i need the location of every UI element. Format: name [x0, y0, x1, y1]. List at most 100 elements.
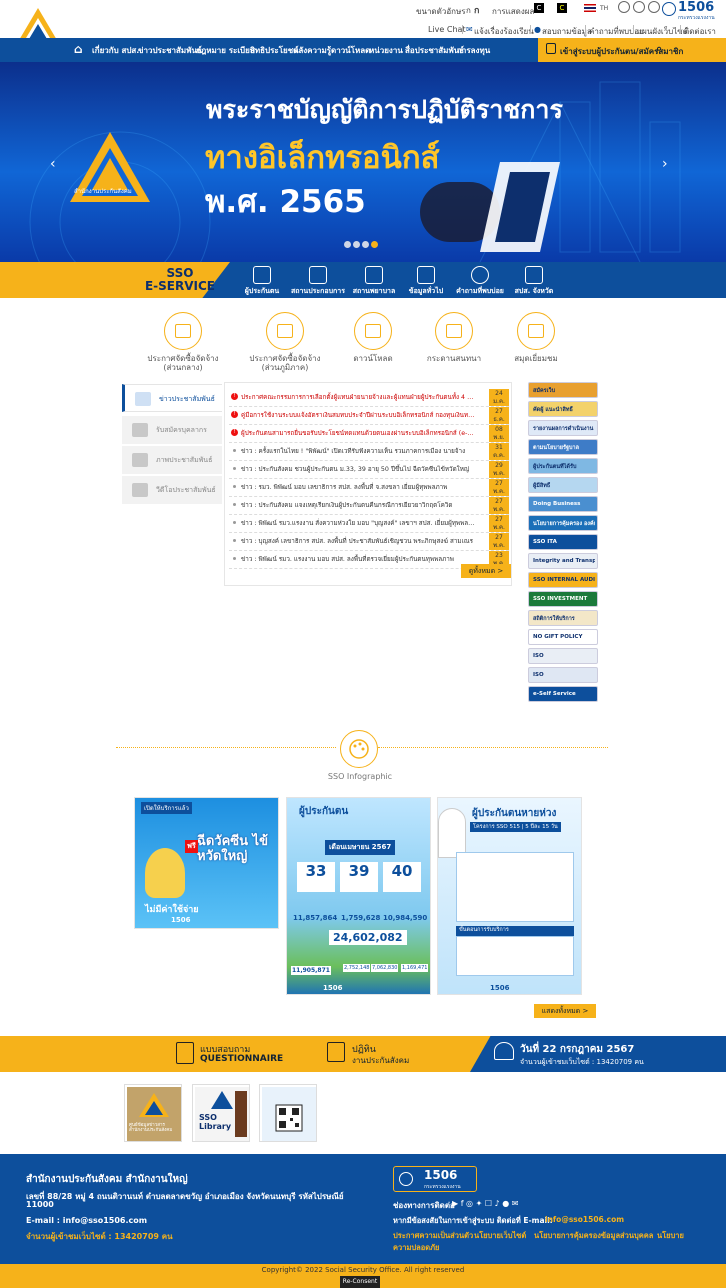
policy-website[interactable]: นโยบายเว็บไซต์: [474, 1230, 526, 1242]
tab-recruit[interactable]: รับสมัครบุคลากร: [122, 416, 222, 444]
carousel-dot[interactable]: [353, 241, 360, 248]
service-info[interactable]: ข้อมูลทั่วไป: [396, 266, 456, 297]
complaint-link[interactable]: แจ้งเรื่องร้องเรียน: [474, 25, 534, 38]
side-banner[interactable]: Integrity and Transparency: [528, 553, 598, 569]
download-icon: [354, 312, 392, 350]
nav-item-media[interactable]: สื่อประชาสัมพันธ์: [405, 44, 464, 57]
infographic-card-insured[interactable]: ผู้ประกันตน เดือนเมษายน 2567 33 39 40 11…: [286, 797, 431, 995]
live-chat-link[interactable]: Live Chat: [428, 25, 466, 34]
login-button[interactable]: เข้าสู่ระบบผู้ประกันตน/สมัครสมาชิก ⌕: [538, 38, 726, 62]
quick-label: ดาวน์โหลด: [353, 354, 393, 363]
side-banner[interactable]: SSO INVESTMENT: [528, 591, 598, 607]
link-qr[interactable]: [259, 1084, 317, 1142]
card-head: ผู้ประกันตน: [299, 806, 349, 817]
infographic-card-sso515[interactable]: ผู้ประกันตนหายห่วง โครงการ SSO 515 | 5 ป…: [437, 797, 582, 995]
faq-link[interactable]: คำถามที่พบบ่อย: [589, 25, 644, 38]
language-select[interactable]: TH: [600, 5, 608, 12]
side-banner[interactable]: SSO INTERNAL AUDIT: [528, 572, 598, 588]
side-banner[interactable]: Doing Business: [528, 496, 598, 512]
hero-banner[interactable]: สำนักงานประกันสังคม พระราชบัญญัติการปฏิบ…: [0, 62, 726, 262]
side-banner[interactable]: SSO ITA: [528, 534, 598, 550]
search-icon[interactable]: ⌕: [656, 42, 662, 56]
home-icon[interactable]: ⌂: [74, 42, 83, 56]
nav-item-about[interactable]: เกี่ยวกับ สปส.: [92, 44, 139, 57]
policy-pdpa[interactable]: นโยบายการคุ้มครองข้อมูลส่วนบุคคล: [534, 1230, 653, 1242]
social-icons[interactable]: ▶ f ◎ ✦ ☐ ♪ ● ✉: [452, 1199, 518, 1208]
nav-item-knowledge[interactable]: คลังความรู้: [293, 44, 331, 57]
contact-link[interactable]: ติดต่อเรา: [684, 25, 716, 38]
tab-news[interactable]: ข่าวประชาสัมพันธ์: [122, 384, 222, 412]
side-banner[interactable]: NO GIFT POLICY: [528, 629, 598, 645]
carousel-dot[interactable]: [344, 241, 351, 248]
service-employer[interactable]: สถานประกอบการ: [288, 266, 348, 297]
service-province[interactable]: สปส. จังหวัด: [504, 266, 564, 297]
quick-sublabel: (ส่วนภูมิภาค): [261, 363, 309, 372]
side-banner[interactable]: e-Self Service: [528, 686, 598, 702]
carousel-dot[interactable]: [362, 241, 369, 248]
news-row[interactable]: ข่าว : รมว. พิพัฒน์ มอบ เลขาธิการ สปส. ล…: [229, 479, 509, 497]
youtube-icon[interactable]: [618, 1, 630, 13]
side-banner[interactable]: สมัครเว็บ: [528, 382, 598, 398]
side-banner[interactable]: นโยบายการคุ้มครอง องค์กรที่ดี: [528, 515, 598, 531]
side-banner[interactable]: คัดผู้ แนะนำสิทธิ์: [528, 401, 598, 417]
news-row[interactable]: ข่าว : บุญสงค์ เลขาธิการ สปส. ลงพื้นที่ …: [229, 533, 509, 551]
quick-guestbook[interactable]: สมุดเยี่ยมชม: [490, 312, 582, 363]
side-banner[interactable]: ผู้มีสิทธิ์: [528, 477, 598, 493]
questionnaire-sub[interactable]: QUESTIONNAIRE: [200, 1054, 283, 1064]
news-row[interactable]: ข่าว : ประกันสังคม แจงเหตุเรียกเงินผู้ปร…: [229, 497, 509, 515]
news-row[interactable]: ข่าว : ครั้งแรกในไทย ! "พิพัฒน์" เปิดเวท…: [229, 443, 509, 461]
side-banner[interactable]: ISO: [528, 648, 598, 664]
side-banner[interactable]: ตามนโยบายรัฐบาล: [528, 439, 598, 455]
reconsent-button[interactable]: Re-Consent: [340, 1276, 380, 1288]
banner-prev-icon[interactable]: ‹: [50, 156, 56, 172]
side-banner[interactable]: ผู้ประกันตนที่ได้รับ: [528, 458, 598, 474]
policy-privacy[interactable]: ประกาศความเป็นส่วนตัว: [393, 1230, 473, 1242]
tab-photos[interactable]: ภาพประชาสัมพันธ์: [122, 446, 222, 474]
link-sso-library[interactable]: SSO Library: [192, 1084, 250, 1142]
nav-item-download[interactable]: ดาวน์โหลด: [331, 44, 370, 57]
contrast-dark-button[interactable]: C: [534, 3, 544, 13]
policy-security-cont[interactable]: ความปลอดภัย: [393, 1242, 439, 1254]
facebook-icon[interactable]: [648, 1, 660, 13]
news-row[interactable]: ข่าว : พิพัฒน์ รมว.แรงงาน สั่งความห่วงใย…: [229, 515, 509, 533]
news-row[interactable]: ข่าว : ประกันสังคม ชวนผู้ประกันตน ม.33, …: [229, 461, 509, 479]
service-faq[interactable]: คำถามที่พบบ่อย: [450, 266, 510, 297]
hotline-number[interactable]: 1506: [678, 0, 714, 15]
nav-item-benefits[interactable]: สิทธิประโยชน์: [250, 44, 299, 57]
nav-item-units[interactable]: หน่วยงาน: [369, 44, 403, 57]
side-banner[interactable]: รายงานผลการดำเนินงาน: [528, 420, 598, 436]
side-banner[interactable]: สถิติการให้บริการ: [528, 610, 598, 626]
quick-forum[interactable]: กระดานสนทนา: [408, 312, 500, 363]
policy-security[interactable]: นโยบาย: [657, 1230, 684, 1242]
service-insured[interactable]: ผู้ประกันตน: [232, 266, 292, 297]
side-banner[interactable]: ISO: [528, 667, 598, 683]
news-row[interactable]: ! คู่มือการใช้งานระบบแจ้งอัตราเงินสมทบประ…: [229, 407, 509, 425]
nav-item-law[interactable]: กฎหมาย ระเบียบ: [196, 44, 255, 57]
service-hospital[interactable]: สถานพยาบาล: [344, 266, 404, 297]
news-row[interactable]: ! ประกาศคณะกรรมการการเลือกตั้งผู้แทนฝ่ายน…: [229, 389, 509, 407]
tiktok-icon[interactable]: [633, 1, 645, 13]
news-see-all-button[interactable]: ดูทั้งหมด >: [461, 564, 511, 578]
tab-videos[interactable]: วีดีโอประชาสัมพันธ์: [122, 476, 222, 504]
footer-hotline-box[interactable]: 1506 กระทรวงแรงงาน: [393, 1166, 477, 1192]
quick-procurement-central[interactable]: ประกาศจัดซื้อจัดจ้าง (ส่วนกลาง): [137, 312, 229, 372]
carousel-dot-active[interactable]: [371, 241, 378, 248]
calendar-sub[interactable]: งานประกันสังคม: [352, 1054, 409, 1067]
quick-download[interactable]: ดาวน์โหลด: [327, 312, 419, 363]
side-banner-label: e-Self Service: [533, 691, 576, 697]
news-row[interactable]: ! ผู้ประกันตนสามารถยื่นขอรับประโยชน์ทดแทน…: [229, 425, 509, 443]
mascot-icon: [145, 848, 185, 898]
footer-email[interactable]: E-mail : info@sso1506.com: [26, 1216, 147, 1225]
infographic-card-vaccine[interactable]: เปิดให้บริการแล้ว ฉีดวัคซีน ไข้หวัดใหญ่ …: [134, 797, 279, 929]
contrast-yellow-button[interactable]: C: [557, 3, 567, 13]
infographic-see-all-button[interactable]: แสดงทั้งหมด >: [534, 1004, 596, 1018]
quick-procurement-regional[interactable]: ประกาศจัดซื้อจัดจ้าง (ส่วนภูมิภาค): [239, 312, 331, 372]
footer-issue-mail[interactable]: info@sso1506.com: [545, 1215, 624, 1224]
nav-item-invest[interactable]: การลงทุน: [457, 44, 490, 57]
banner-next-icon[interactable]: ›: [662, 156, 668, 172]
font-large-button[interactable]: ก: [474, 3, 479, 17]
link-info-center[interactable]: ศูนย์ข้อมูลข่าวสาร สำนักงานประกันสังคม: [124, 1084, 182, 1142]
nav-item-news[interactable]: ข่าวประชาสัมพันธ์: [138, 44, 202, 57]
font-small-button[interactable]: ก: [466, 4, 471, 17]
side-banner-label: คัดผู้ แนะนำสิทธิ์: [533, 407, 573, 413]
